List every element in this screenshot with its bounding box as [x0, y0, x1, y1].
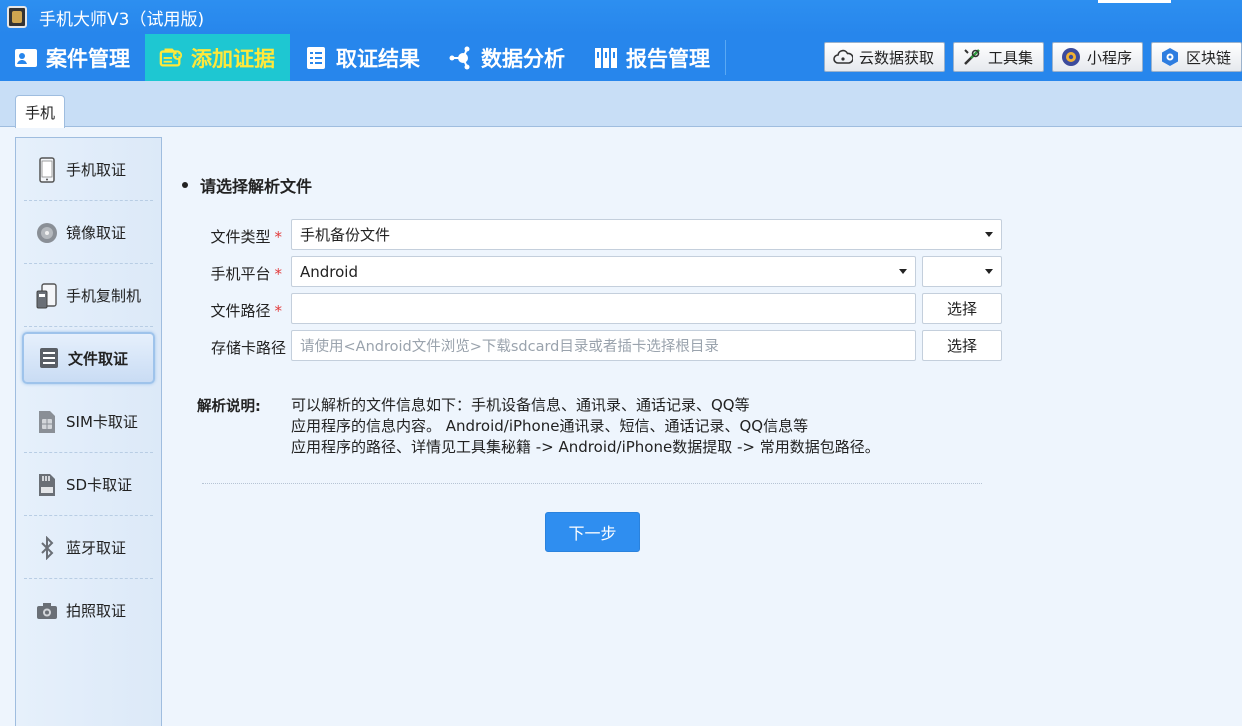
- file-type-select[interactable]: 手机备份文件: [291, 219, 1002, 250]
- next-step-button[interactable]: 下一步: [545, 512, 640, 552]
- blockchain-icon: [1160, 47, 1180, 67]
- platform-sub-select[interactable]: [922, 256, 1002, 287]
- sidebar-item-label: 手机取证: [66, 161, 127, 179]
- title-bar: 手机大师V3（试用版): [0, 0, 1242, 34]
- main-panel: 请选择解析文件 文件类型 * 手机备份文件 手机平台 * Android 文件路径 *…: [162, 127, 1242, 726]
- nav-label: 添加证据: [191, 46, 275, 71]
- description-line: 可以解析的文件信息如下：手机设备信息、通讯录、通话记录、QQ等: [291, 396, 750, 414]
- sidebar-item-sim-forensics[interactable]: SIM卡取证: [16, 390, 161, 453]
- main-nav: 案件管理 添加证据 取证结果 数据分析 报告管理 云数据获取 工具集 小程序 区…: [0, 34, 1242, 81]
- add-evidence-icon: [159, 46, 183, 70]
- sim-card-icon: [36, 409, 58, 435]
- disc-icon: [36, 220, 58, 246]
- tool-label: 区块链: [1185, 48, 1231, 67]
- sidebar-item-label: 镜像取证: [66, 224, 127, 242]
- nav-result[interactable]: 取证结果: [290, 34, 435, 81]
- camera-icon: [36, 598, 58, 624]
- chevron-down-icon: [985, 269, 993, 274]
- tab-phone[interactable]: 手机: [15, 95, 65, 128]
- sidebar-item-file-forensics[interactable]: 文件取证: [22, 332, 155, 384]
- required-mark: *: [274, 228, 283, 246]
- sidebar-item-label: SD卡取证: [66, 476, 133, 494]
- description-line: 应用程序的信息内容。 Android/iPhone通讯录、短信、通话记录、QQ信…: [291, 417, 809, 435]
- label-text: 文件路径: [210, 302, 271, 320]
- nav-case-management[interactable]: 案件管理: [0, 34, 145, 81]
- phone-icon: [36, 156, 58, 183]
- chevron-down-icon: [899, 269, 907, 274]
- title-accent-bar: [1098, 0, 1171, 3]
- sidebar-item-phone-forensics[interactable]: 手机取证: [16, 138, 161, 201]
- platform-label: 手机平台 *: [167, 263, 282, 284]
- sidebar-item-label: 手机复制机: [66, 287, 142, 305]
- phone-copier-icon: [36, 282, 58, 309]
- nav-label: 取证结果: [336, 46, 420, 71]
- sidebar-item-label: 拍照取证: [66, 602, 127, 620]
- cloud-data-button[interactable]: 云数据获取: [823, 42, 945, 72]
- storage-path-choose-button[interactable]: 选择: [922, 330, 1002, 361]
- storage-path-input[interactable]: 请使用<Android文件浏览>下载sdcard目录或者插卡选择根目录: [291, 330, 916, 361]
- tab-strip: 手机: [0, 81, 1242, 128]
- cloud-icon: [833, 47, 853, 67]
- bullet-dot: [182, 182, 188, 188]
- blockchain-button[interactable]: 区块链: [1150, 42, 1242, 72]
- user-card-icon: [14, 46, 38, 70]
- sidebar-item-label: 文件取证: [68, 349, 129, 368]
- tool-buttons: 云数据获取 工具集 小程序 区块链: [823, 42, 1242, 72]
- nav-data-analysis[interactable]: 数据分析: [435, 34, 580, 81]
- tool-label: 工具集: [987, 48, 1033, 67]
- required-mark: *: [274, 302, 283, 320]
- storage-path-label: 存储卡路径: [171, 337, 286, 358]
- required-mark: *: [274, 265, 283, 283]
- nav-separator: [725, 40, 726, 75]
- platform-select[interactable]: Android: [291, 256, 916, 287]
- section-title: 请选择解析文件: [182, 173, 312, 197]
- file-type-value: 手机备份文件: [300, 226, 391, 244]
- chevron-down-icon: [985, 232, 993, 237]
- toolset-button[interactable]: 工具集: [952, 42, 1044, 72]
- file-path-choose-button[interactable]: 选择: [922, 293, 1002, 324]
- description-text: 可以解析的文件信息如下：手机设备信息、通讯录、通话记录、QQ等 应用程序的信息内…: [291, 395, 880, 458]
- label-text: 文件类型: [210, 228, 271, 246]
- file-icon: [38, 345, 60, 371]
- label-text: 存储卡路径: [210, 339, 286, 357]
- nav-label: 案件管理: [46, 46, 130, 71]
- nav-label: 数据分析: [481, 46, 565, 71]
- bluetooth-icon: [36, 535, 58, 561]
- mini-program-button[interactable]: 小程序: [1051, 42, 1143, 72]
- result-list-icon: [304, 46, 328, 70]
- description-line: 应用程序的路径、详情见工具集秘籍 -> Android/iPhone数据提取 -…: [291, 438, 880, 456]
- sidebar: 手机取证 镜像取证 手机复制机 文件取证 SIM卡取证 SD卡取证 蓝牙取证 拍…: [15, 137, 162, 726]
- sd-card-icon: [36, 472, 58, 498]
- sidebar-item-label: SIM卡取证: [66, 413, 138, 431]
- sidebar-item-photo-forensics[interactable]: 拍照取证: [16, 579, 161, 642]
- platform-value: Android: [300, 262, 358, 281]
- file-path-label: 文件路径 *: [167, 300, 282, 321]
- tool-label: 云数据获取: [858, 48, 934, 67]
- mini-program-icon: [1061, 47, 1081, 67]
- tool-label: 小程序: [1086, 48, 1132, 67]
- nav-add-evidence[interactable]: 添加证据: [145, 34, 290, 81]
- book-report-icon: [594, 46, 618, 70]
- storage-path-placeholder: 请使用<Android文件浏览>下载sdcard目录或者插卡选择根目录: [300, 339, 719, 355]
- sidebar-item-bluetooth-forensics[interactable]: 蓝牙取证: [16, 516, 161, 579]
- window-title: 手机大师V3（试用版): [39, 9, 205, 30]
- divider: [202, 483, 982, 484]
- file-path-input[interactable]: [291, 293, 916, 324]
- label-text: 手机平台: [210, 265, 271, 283]
- nav-label: 报告管理: [626, 46, 710, 71]
- description-label: 解析说明:: [197, 399, 261, 415]
- nav-report-management[interactable]: 报告管理: [580, 34, 725, 81]
- sidebar-item-label: 蓝牙取证: [66, 539, 127, 557]
- file-type-label: 文件类型 *: [167, 226, 282, 247]
- wrench-icon: [962, 47, 982, 67]
- sidebar-item-image-forensics[interactable]: 镜像取证: [16, 201, 161, 264]
- network-nodes-icon: [449, 46, 473, 70]
- app-logo-icon: [7, 6, 27, 28]
- sidebar-item-sd-forensics[interactable]: SD卡取证: [16, 453, 161, 516]
- sidebar-item-phone-copier[interactable]: 手机复制机: [16, 264, 161, 327]
- section-title-text: 请选择解析文件: [200, 177, 313, 196]
